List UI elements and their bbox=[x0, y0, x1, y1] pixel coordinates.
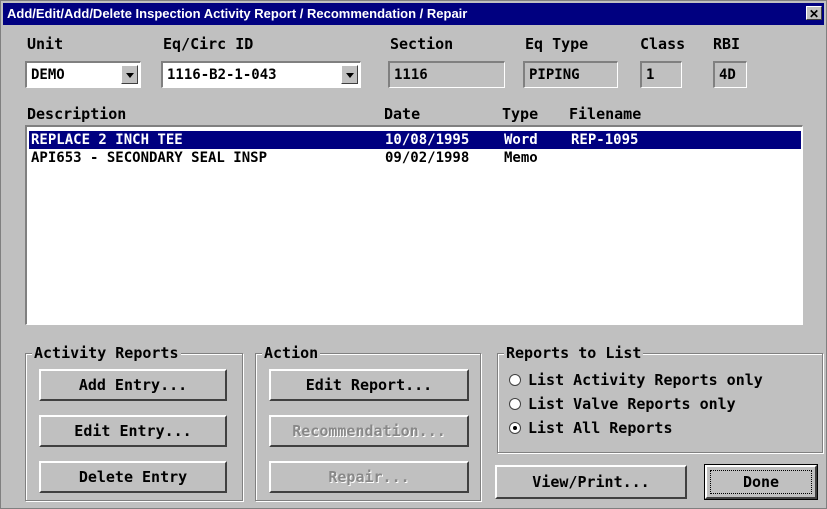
window-title: Add/Edit/Add/Delete Inspection Activity … bbox=[7, 6, 468, 21]
done-label: Done bbox=[742, 473, 780, 491]
radio-list-activity-reports[interactable]: List Activity Reports only bbox=[509, 371, 763, 389]
list-item-description: REPLACE 2 INCH TEE bbox=[31, 132, 183, 148]
radio-label: List Valve Reports only bbox=[528, 395, 736, 413]
list-item[interactable]: API653 - SECONDARY SEAL INSP 09/02/1998 … bbox=[29, 149, 801, 167]
class-label: Class bbox=[640, 35, 686, 53]
edit-report-button[interactable]: Edit Report... bbox=[269, 369, 469, 401]
dialog-window: Add/Edit/Add/Delete Inspection Activity … bbox=[0, 0, 827, 509]
section-field: 1116 bbox=[388, 61, 505, 88]
radio-list-valve-reports[interactable]: List Valve Reports only bbox=[509, 395, 736, 413]
eqcirc-label: Eq/Circ ID bbox=[163, 35, 254, 53]
column-header-description: Description bbox=[27, 105, 127, 123]
radio-icon[interactable] bbox=[509, 398, 521, 410]
column-header-date: Date bbox=[384, 105, 421, 123]
radio-label: List All Reports bbox=[528, 419, 673, 437]
section-label: Section bbox=[390, 35, 454, 53]
rbi-label: RBI bbox=[713, 35, 741, 53]
rbi-value: 4D bbox=[719, 67, 736, 83]
title-bar: Add/Edit/Add/Delete Inspection Activity … bbox=[3, 3, 824, 25]
delete-entry-button[interactable]: Delete Entry bbox=[39, 461, 227, 493]
chevron-down-icon[interactable] bbox=[121, 65, 138, 84]
recommendation-button[interactable]: Recommendation... bbox=[269, 415, 469, 447]
edit-entry-button[interactable]: Edit Entry... bbox=[39, 415, 227, 447]
eqtype-label: Eq Type bbox=[525, 35, 589, 53]
list-item-type: Word bbox=[504, 132, 538, 148]
action-title: Action bbox=[262, 344, 321, 362]
activity-reports-title: Activity Reports bbox=[32, 344, 181, 362]
unit-label: Unit bbox=[27, 35, 64, 53]
radio-icon-selected[interactable] bbox=[509, 422, 521, 434]
repair-button[interactable]: Repair... bbox=[269, 461, 469, 493]
reports-to-list-title: Reports to List bbox=[504, 344, 644, 362]
list-item-date: 09/02/1998 bbox=[385, 150, 470, 166]
unit-value: DEMO bbox=[31, 67, 65, 83]
list-item[interactable]: REPLACE 2 INCH TEE 10/08/1995 Word REP-1… bbox=[29, 131, 801, 149]
rbi-field: 4D bbox=[713, 61, 747, 88]
list-item-description: API653 - SECONDARY SEAL INSP bbox=[31, 150, 268, 166]
eqcirc-select[interactable]: 1116-B2-1-043 bbox=[161, 61, 361, 88]
add-entry-button[interactable]: Add Entry... bbox=[39, 369, 227, 401]
list-item-filename: REP-1095 bbox=[571, 132, 639, 148]
class-field: 1 bbox=[640, 61, 682, 88]
close-icon[interactable]: ✕ bbox=[806, 6, 822, 21]
class-value: 1 bbox=[646, 67, 655, 83]
list-item-type: Memo bbox=[504, 150, 538, 166]
eqcirc-value: 1116-B2-1-043 bbox=[167, 67, 277, 83]
section-value: 1116 bbox=[394, 67, 428, 83]
eqtype-field: PIPING bbox=[523, 61, 618, 88]
eqtype-value: PIPING bbox=[529, 67, 580, 83]
view-print-button[interactable]: View/Print... bbox=[495, 465, 687, 499]
unit-select[interactable]: DEMO bbox=[25, 61, 141, 88]
list-item-date: 10/08/1995 bbox=[385, 132, 470, 148]
report-list[interactable]: REPLACE 2 INCH TEE 10/08/1995 Word REP-1… bbox=[25, 125, 803, 325]
column-header-type: Type bbox=[502, 105, 539, 123]
chevron-down-icon[interactable] bbox=[341, 65, 358, 84]
radio-list-all-reports[interactable]: List All Reports bbox=[509, 419, 673, 437]
radio-icon[interactable] bbox=[509, 374, 521, 386]
radio-label: List Activity Reports only bbox=[528, 371, 763, 389]
column-header-filename: Filename bbox=[569, 105, 642, 123]
done-button[interactable]: Done bbox=[704, 464, 818, 500]
